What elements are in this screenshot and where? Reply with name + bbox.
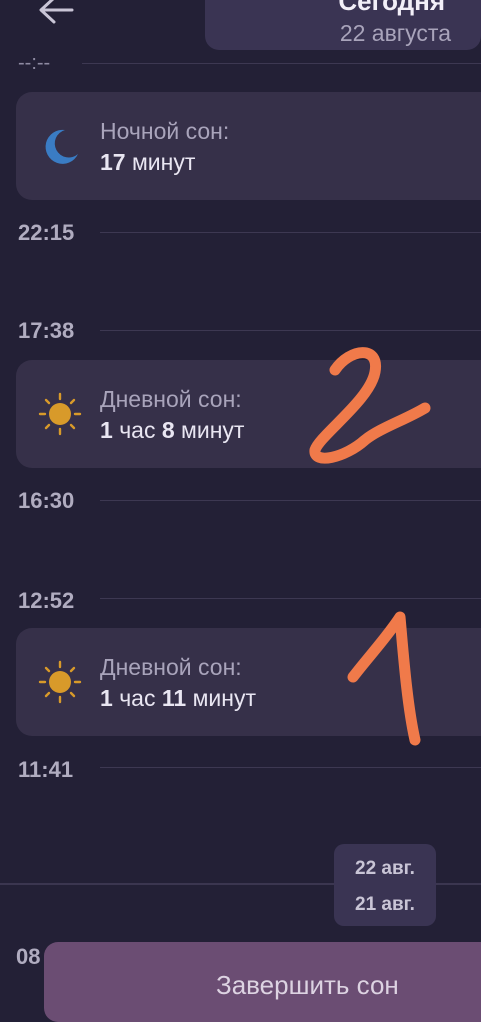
- time-label-placeholder: --:--: [18, 52, 51, 74]
- sleep-entry-day[interactable]: Дневной сон: 1 час 11 минут: [16, 628, 481, 736]
- arrow-left-icon: [39, 0, 74, 24]
- sleep-entry-label: Дневной сон:: [100, 654, 242, 680]
- time-divider: [100, 767, 481, 768]
- time-label: 17:38: [18, 318, 75, 343]
- time-divider: [100, 330, 481, 331]
- day-separator-chip: 22 авг. 21 авг.: [334, 844, 436, 926]
- time-divider: [100, 598, 481, 599]
- time-label: 16:30: [18, 488, 75, 513]
- date-subtitle: 22 августа: [339, 20, 451, 46]
- time-label: 11:41: [18, 757, 74, 782]
- time-label: 12:52: [18, 588, 75, 613]
- sleep-entry-night[interactable]: Ночной сон: 17 минут: [16, 92, 481, 200]
- finish-sleep-button[interactable]: Завершить сон: [44, 942, 481, 1022]
- time-divider: [82, 63, 481, 64]
- sleep-entry-day[interactable]: Дневной сон: 1 час 8 минут: [16, 360, 481, 468]
- finish-sleep-label: Завершить сон: [216, 970, 399, 1000]
- time-divider: [100, 500, 481, 501]
- day-separator-previous: 21 авг.: [355, 894, 415, 915]
- sleep-entry-duration: 1 час 11 минут: [100, 685, 256, 711]
- moon-icon: [45, 129, 78, 164]
- day-separator-current: 22 авг.: [355, 858, 415, 879]
- date-title: Сегодня: [338, 0, 445, 16]
- sleep-entry-duration: 17 минут: [100, 149, 196, 175]
- time-divider: [100, 232, 481, 233]
- sleep-entry-label: Ночной сон:: [100, 118, 230, 144]
- time-label: 22:15: [18, 220, 75, 245]
- sleep-entry-duration: 1 час 8 минут: [100, 417, 245, 443]
- sun-icon: [38, 660, 82, 704]
- sun-icon: [38, 392, 82, 436]
- date-selector[interactable]: Сегодня 22 августа: [205, 0, 481, 50]
- sleep-entry-label: Дневной сон:: [100, 386, 242, 412]
- back-button[interactable]: [34, 0, 78, 28]
- time-label: 08: [16, 944, 41, 969]
